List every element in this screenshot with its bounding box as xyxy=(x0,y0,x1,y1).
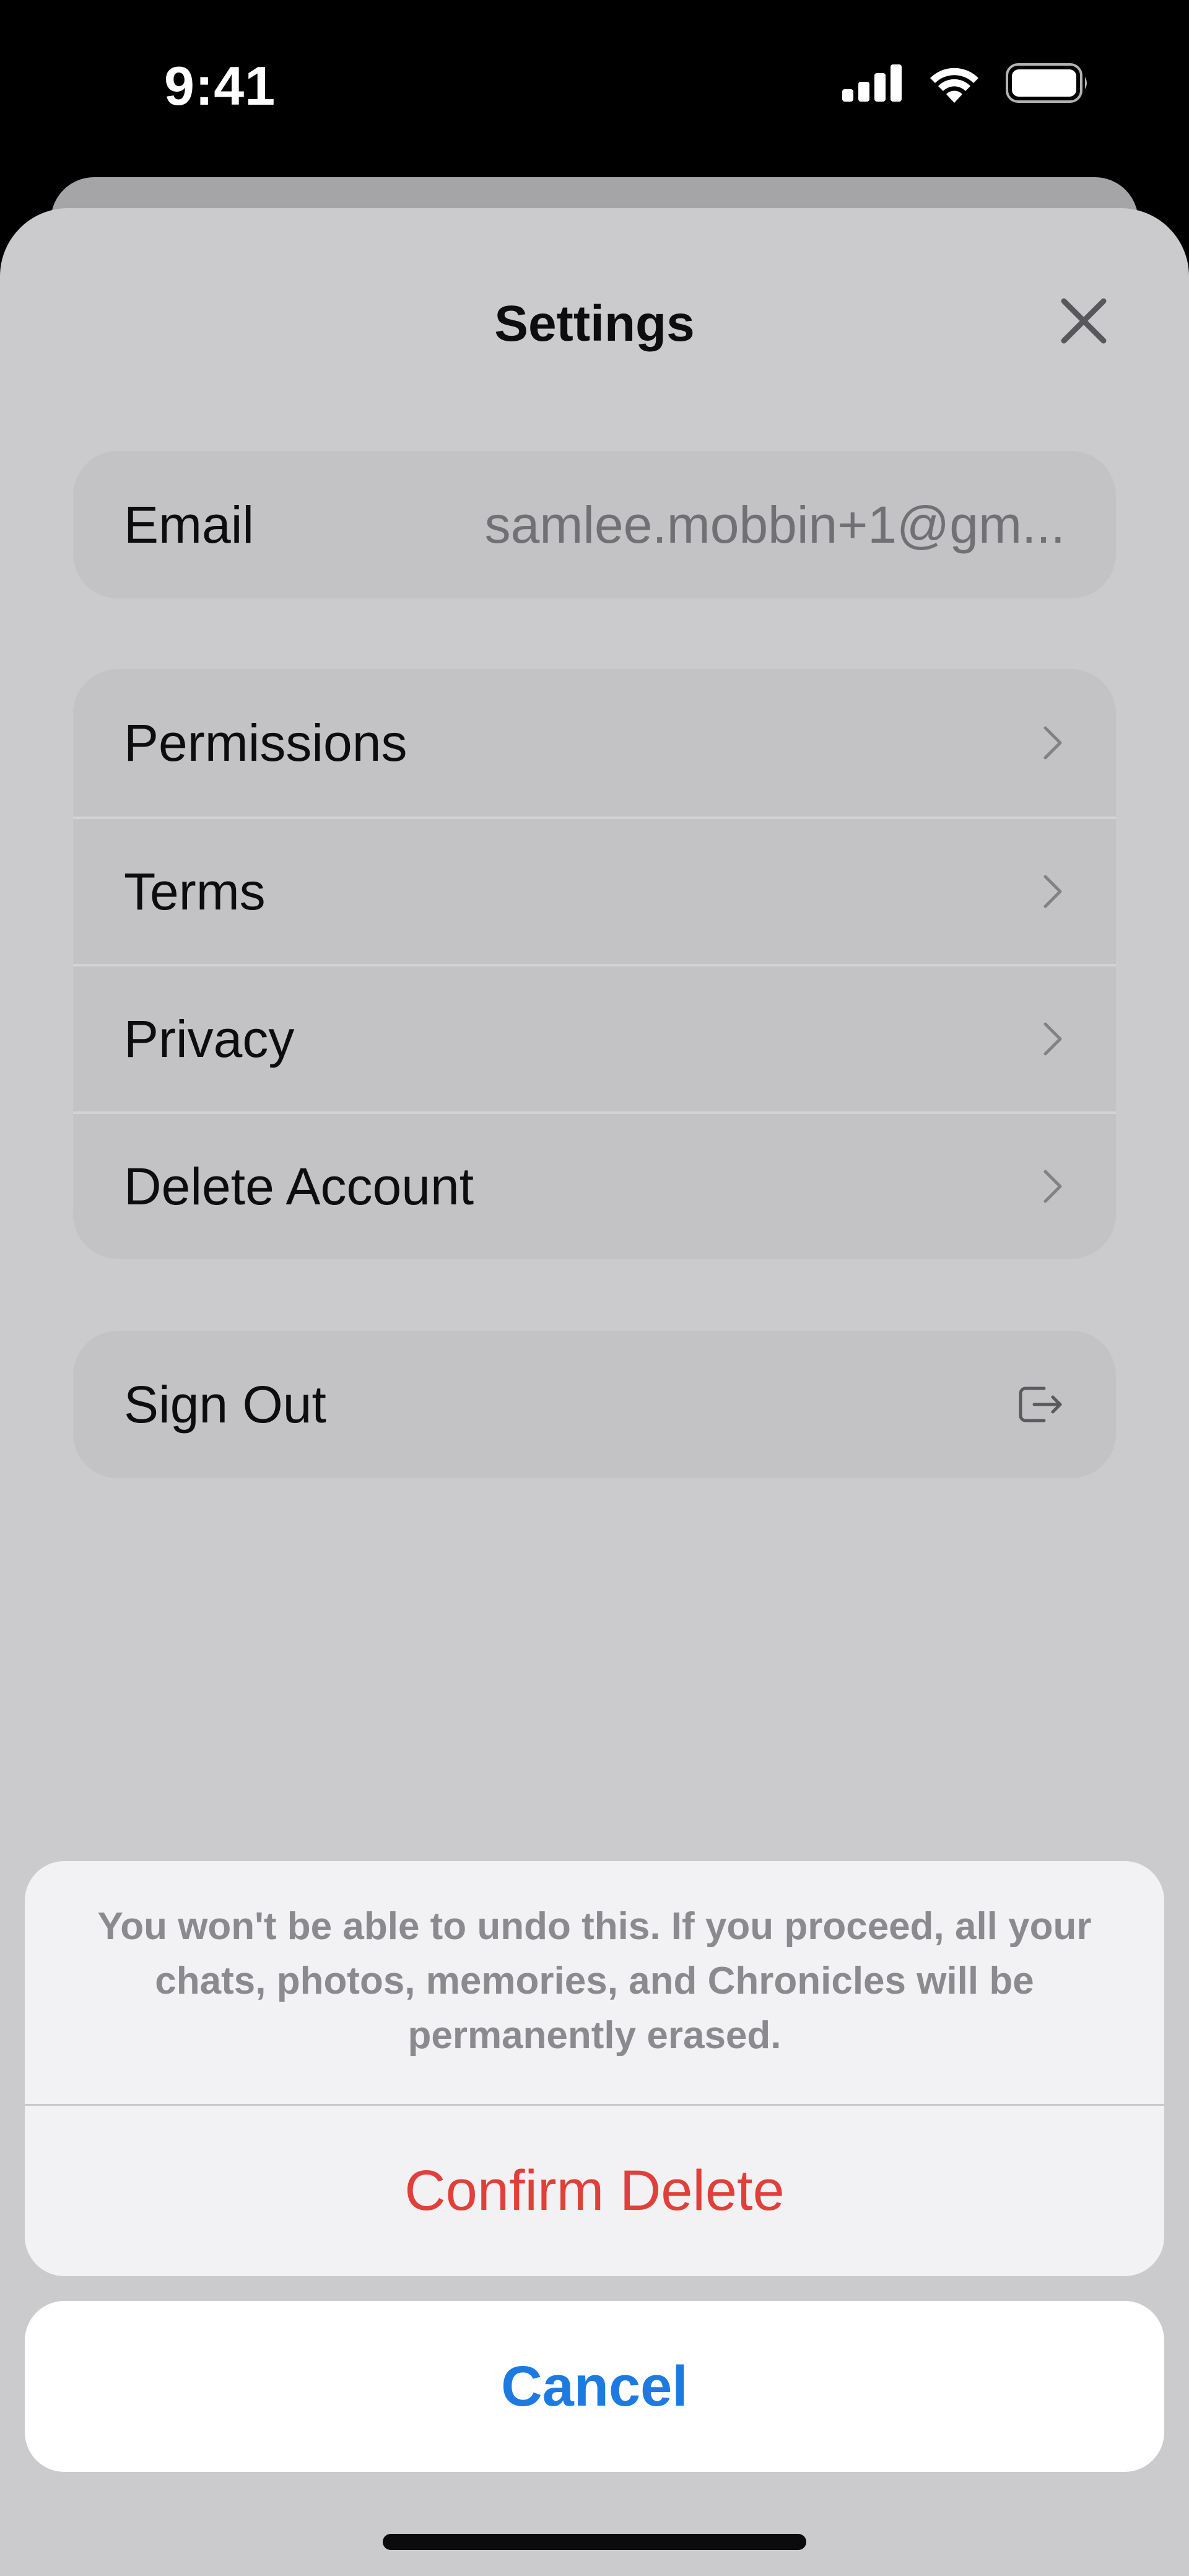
sign-out-button[interactable]: Sign Out xyxy=(73,1331,1116,1478)
email-value: samlee.mobbin+1@gm... xyxy=(484,495,1065,554)
sign-out-icon xyxy=(1019,1387,1062,1422)
battery-icon xyxy=(1006,63,1087,103)
sign-out-group: Sign Out xyxy=(73,1331,1116,1478)
menu-item-permissions[interactable]: Permissions xyxy=(73,669,1116,817)
status-bar: 9:41 xyxy=(0,0,1189,173)
email-group: Email samlee.mobbin+1@gm... xyxy=(73,451,1116,598)
page-title: Settings xyxy=(494,296,695,352)
chevron-right-icon xyxy=(1043,875,1062,908)
close-icon xyxy=(1061,298,1107,344)
cancel-button[interactable]: Cancel xyxy=(25,2301,1164,2472)
delete-warning-message: You won't be able to undo this. If you p… xyxy=(97,1905,1092,2057)
menu-item-label: Permissions xyxy=(124,713,407,772)
status-icons xyxy=(842,63,1090,103)
email-row[interactable]: Email samlee.mobbin+1@gm... xyxy=(73,451,1116,598)
menu-item-label: Privacy xyxy=(124,1009,295,1068)
menu-item-label: Terms xyxy=(124,862,266,921)
home-indicator xyxy=(383,2534,806,2550)
chevron-right-icon xyxy=(1043,726,1062,760)
confirm-delete-button[interactable]: Confirm Delete xyxy=(25,2106,1164,2276)
settings-menu: Permissions Terms Privacy Delete Account xyxy=(73,669,1116,1259)
menu-item-label: Delete Account xyxy=(124,1157,474,1216)
menu-item-delete-account[interactable]: Delete Account xyxy=(73,1111,1116,1259)
menu-item-terms[interactable]: Terms xyxy=(73,817,1116,964)
close-button[interactable] xyxy=(1053,290,1115,352)
email-label: Email xyxy=(124,495,255,554)
chevron-right-icon xyxy=(1043,1170,1062,1203)
sign-out-label: Sign Out xyxy=(124,1375,326,1434)
cellular-signal-icon xyxy=(842,64,902,102)
menu-item-privacy[interactable]: Privacy xyxy=(73,964,1116,1111)
delete-confirmation-sheet: You won't be able to undo this. If you p… xyxy=(25,1861,1164,2276)
status-time: 9:41 xyxy=(164,55,276,116)
wifi-icon xyxy=(930,68,978,103)
chevron-right-icon xyxy=(1043,1022,1062,1056)
